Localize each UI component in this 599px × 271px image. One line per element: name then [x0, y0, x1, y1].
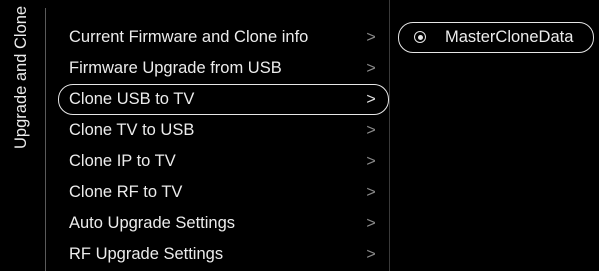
chevron-right-icon: >: [366, 153, 376, 170]
chevron-right-icon: >: [366, 184, 376, 201]
options-list: MasterCloneData: [398, 22, 594, 53]
sidebar-divider: [45, 8, 46, 271]
menu-item-firmware-upgrade-usb[interactable]: Firmware Upgrade from USB >: [58, 53, 389, 84]
menu-item-label: Current Firmware and Clone info: [69, 28, 309, 46]
menu-item-label: Clone IP to TV: [69, 152, 176, 170]
radio-selected-icon: [414, 31, 426, 43]
menu-item-rf-upgrade-settings[interactable]: RF Upgrade Settings >: [58, 239, 389, 270]
chevron-right-icon: >: [366, 60, 376, 77]
chevron-right-icon: >: [366, 122, 376, 139]
settings-menu: Current Firmware and Clone info > Firmwa…: [58, 22, 389, 270]
menu-item-label: Clone TV to USB: [69, 121, 195, 139]
menu-item-clone-rf-to-tv[interactable]: Clone RF to TV >: [58, 177, 389, 208]
chevron-right-icon: >: [366, 29, 376, 46]
menu-item-auto-upgrade-settings[interactable]: Auto Upgrade Settings >: [58, 208, 389, 239]
menu-item-label: RF Upgrade Settings: [69, 245, 224, 263]
menu-item-label: Clone USB to TV: [69, 90, 195, 108]
option-master-clone-data[interactable]: MasterCloneData: [398, 22, 594, 53]
sidebar-panel: Upgrade and Clone: [0, 0, 46, 271]
menu-item-label: Auto Upgrade Settings: [69, 214, 236, 232]
menu-item-clone-ip-to-tv[interactable]: Clone IP to TV >: [58, 146, 389, 177]
menu-item-clone-tv-to-usb[interactable]: Clone TV to USB >: [58, 115, 389, 146]
menu-item-current-firmware-info[interactable]: Current Firmware and Clone info >: [58, 22, 389, 53]
chevron-right-icon: >: [366, 91, 376, 108]
menu-item-clone-usb-to-tv[interactable]: Clone USB to TV >: [58, 84, 389, 115]
sidebar-title: Upgrade and Clone: [12, 6, 30, 150]
chevron-right-icon: >: [366, 215, 376, 232]
chevron-right-icon: >: [366, 246, 376, 263]
menu-item-label: Firmware Upgrade from USB: [69, 59, 282, 77]
option-label: MasterCloneData: [445, 28, 574, 46]
menu-item-label: Clone RF to TV: [69, 183, 183, 201]
column-divider: [389, 0, 390, 271]
